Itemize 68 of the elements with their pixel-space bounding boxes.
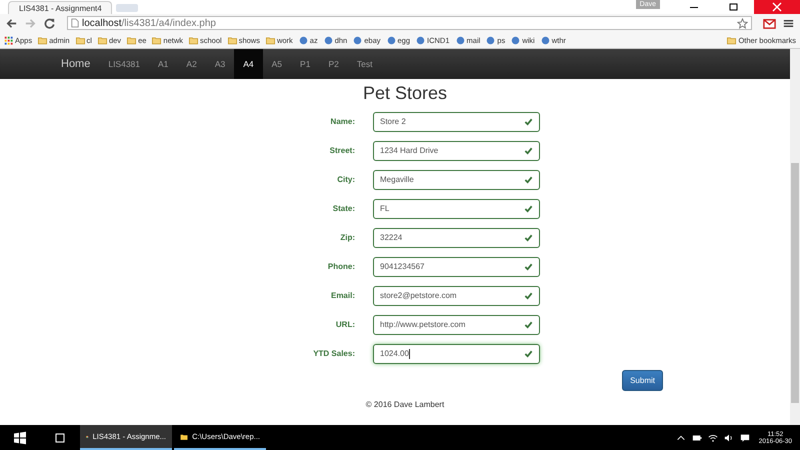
site-icon [324,36,333,44]
site-icon [486,36,496,44]
field-label: URL: [334,320,355,329]
site-icon [298,36,308,44]
nav-link[interactable]: A3 [206,49,234,79]
field-label: Name: [330,117,355,126]
input-field[interactable]: Store 2 [373,112,540,132]
input-field[interactable]: Megaville [373,170,540,190]
apps-grid-icon [4,36,13,44]
field-label: Zip: [339,233,355,242]
mail-icon[interactable] [762,16,777,30]
folder-icon [38,36,48,44]
field-label: State: [332,204,355,213]
folder-icon [228,36,237,44]
nav-link[interactable]: P1 [291,49,320,79]
input-field[interactable]: 1234 Hard Drive [373,140,540,160]
nav-link[interactable]: A4 [234,49,263,79]
reload-icon[interactable] [42,16,57,30]
site-icon [386,36,396,44]
nav-link[interactable]: Test [348,49,382,79]
input-field[interactable]: FL [373,198,540,218]
page-icon [71,18,79,28]
field-label: City: [336,175,355,184]
check-icon [524,320,533,329]
folder-icon [98,36,107,44]
page-title: Pet Stores [362,82,448,104]
back-icon[interactable] [4,16,19,30]
site-icon [416,36,426,44]
input-field[interactable]: 9041234567 [373,256,540,276]
footer-text: © 2016 Dave Lambert [366,400,444,409]
scrollbar[interactable] [790,49,800,425]
site-icon [456,36,465,44]
check-icon [524,175,533,184]
nav-link[interactable]: P2 [319,49,348,79]
check-icon [524,262,533,271]
nav-link[interactable]: LIS4381 [99,49,150,79]
folder-icon [127,36,136,44]
check-icon [524,291,533,300]
star-icon[interactable] [737,18,748,28]
folder-icon [266,36,275,44]
close-icon[interactable] [754,0,800,14]
check-icon [524,349,533,358]
check-icon [524,204,533,213]
field-label: YTD Sales: [312,349,355,358]
site-icon [353,36,362,44]
browser-tab[interactable]: LIS4381 - Assignment4 [8,1,112,14]
folder-icon [76,36,85,44]
nav-link[interactable]: A5 [262,49,292,79]
submit-button[interactable]: Submit [622,370,663,391]
check-icon [524,117,533,126]
address-bar[interactable]: localhost/lis4381/a4/index.php [67,16,752,30]
input-field[interactable]: 32224 [373,228,540,248]
input-field[interactable]: store2@petstore.com [373,286,540,306]
folder-icon [152,36,162,44]
field-label: Email: [330,291,355,300]
check-icon [524,146,533,155]
folder-icon [727,36,736,44]
input-field[interactable]: 1024.00 [373,344,540,364]
check-icon [524,233,533,242]
site-icon [511,36,520,44]
site-icon [540,36,550,44]
nav-link[interactable]: A2 [177,49,206,79]
nav-link[interactable]: A1 [149,49,178,79]
input-field[interactable]: http://www.petstore.com [373,314,540,334]
home-link[interactable]: Home [52,49,100,79]
field-label: Street: [328,146,355,155]
folder-icon [189,36,198,44]
field-label: Phone: [326,262,355,271]
